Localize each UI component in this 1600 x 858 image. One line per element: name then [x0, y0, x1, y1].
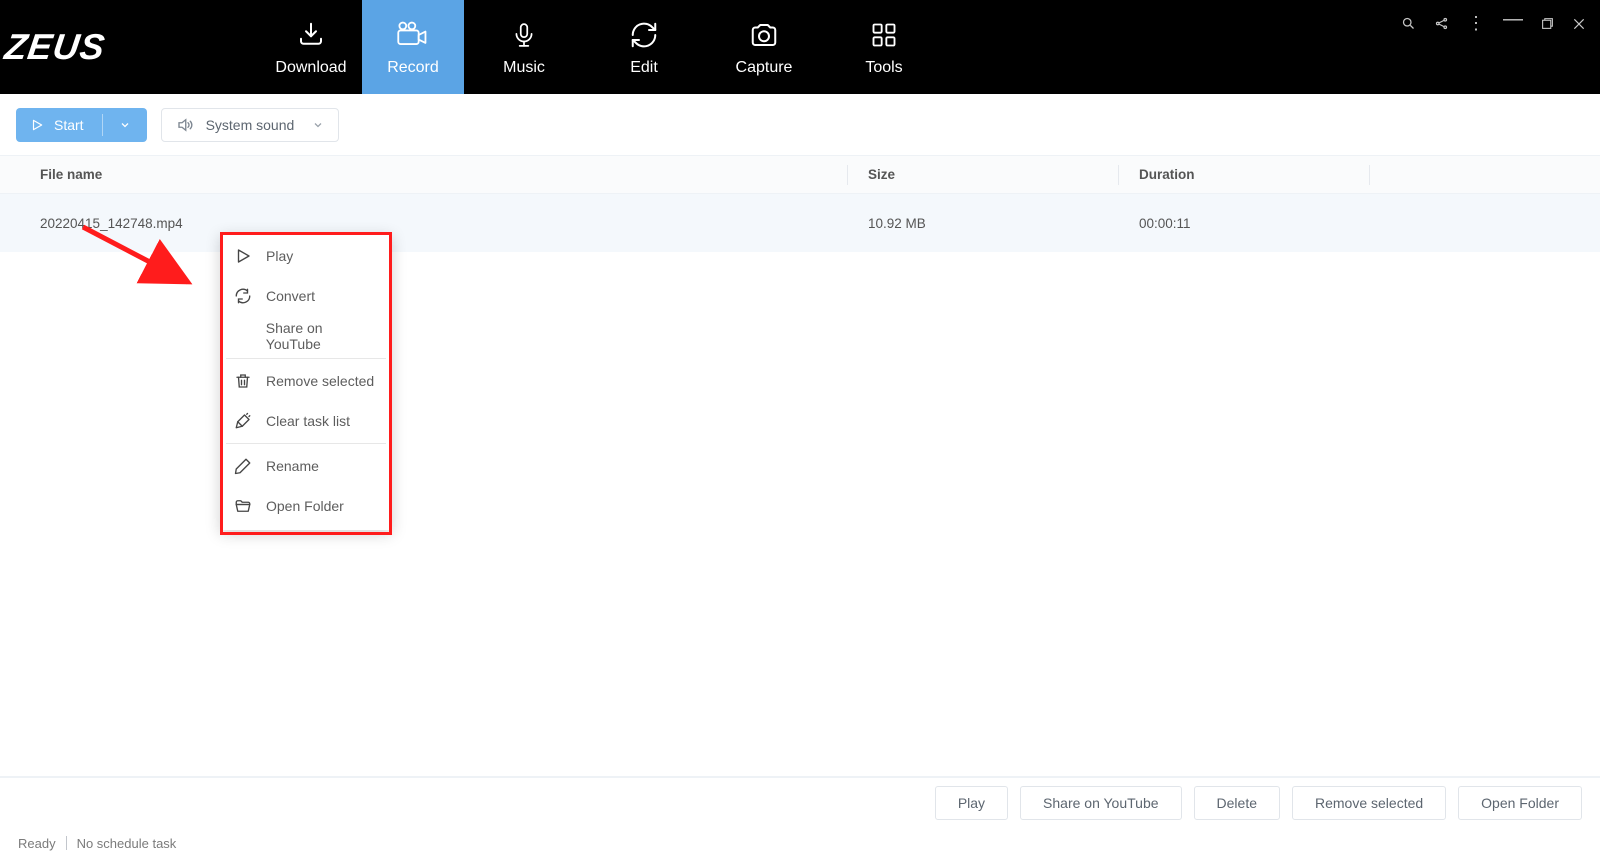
- brush-icon: [232, 412, 254, 430]
- nav-tools[interactable]: Tools: [824, 0, 944, 94]
- camera-icon: [748, 17, 780, 53]
- trash-icon: [232, 372, 254, 390]
- play-icon: [232, 247, 254, 265]
- menu-icon[interactable]: ⋮: [1467, 13, 1485, 34]
- header-size: Size: [848, 167, 1118, 182]
- start-label: Start: [54, 117, 84, 133]
- app-logo: ZEUS: [0, 0, 110, 94]
- status-bar: Ready No schedule task: [0, 828, 1600, 858]
- nav-label: Music: [503, 59, 545, 77]
- microphone-icon: [511, 17, 537, 53]
- footer-delete-button[interactable]: Delete: [1194, 786, 1280, 820]
- nav-download[interactable]: Download: [260, 0, 362, 94]
- chevron-down-icon[interactable]: [113, 119, 137, 131]
- convert-icon: [232, 287, 254, 305]
- window-controls: ⋮ —: [1401, 12, 1586, 35]
- ctx-label: Clear task list: [266, 413, 350, 429]
- ctx-separator: [226, 443, 386, 444]
- ctx-rename[interactable]: Rename: [220, 446, 392, 486]
- ctx-remove-selected[interactable]: Remove selected: [220, 361, 392, 401]
- cell-size: 10.92 MB: [848, 216, 1118, 231]
- play-icon: [30, 118, 44, 132]
- ctx-label: Convert: [266, 288, 315, 304]
- footer-share-youtube-button[interactable]: Share on YouTube: [1020, 786, 1181, 820]
- context-menu-highlight: Play Convert Share on YouTube Remove sel…: [220, 232, 392, 535]
- speaker-icon: [176, 116, 194, 134]
- ctx-label: Rename: [266, 458, 319, 474]
- close-icon[interactable]: [1572, 17, 1586, 31]
- nav-label: Download: [275, 59, 346, 77]
- nav-capture[interactable]: Capture: [704, 0, 824, 94]
- sound-label: System sound: [206, 117, 295, 133]
- footer-play-button[interactable]: Play: [935, 786, 1008, 820]
- divider: [102, 114, 103, 136]
- status-ready: Ready: [18, 836, 56, 851]
- cell-duration: 00:00:11: [1119, 216, 1369, 231]
- column-divider: [1369, 165, 1370, 185]
- nav-label: Capture: [736, 59, 793, 77]
- footer-buttons: Play Share on YouTube Delete Remove sele…: [0, 778, 1600, 828]
- ctx-label: Play: [266, 248, 293, 264]
- minimize-icon[interactable]: —: [1503, 8, 1523, 31]
- status-divider: [66, 836, 67, 850]
- ctx-clear-task-list[interactable]: Clear task list: [220, 401, 392, 441]
- footer-open-folder-button[interactable]: Open Folder: [1458, 786, 1582, 820]
- ctx-label: Share on YouTube: [266, 320, 380, 352]
- share-icon[interactable]: [1434, 16, 1449, 31]
- footer-remove-selected-button[interactable]: Remove selected: [1292, 786, 1446, 820]
- context-menu: Play Convert Share on YouTube Remove sel…: [220, 232, 392, 530]
- ctx-convert[interactable]: Convert: [220, 276, 392, 316]
- sound-source-dropdown[interactable]: System sound: [161, 108, 340, 142]
- search-icon[interactable]: [1401, 16, 1416, 31]
- folder-icon: [232, 497, 254, 515]
- nav-music[interactable]: Music: [464, 0, 584, 94]
- status-schedule: No schedule task: [77, 836, 177, 851]
- download-icon: [296, 17, 326, 53]
- ctx-open-folder[interactable]: Open Folder: [220, 486, 392, 526]
- ctx-share-youtube[interactable]: Share on YouTube: [220, 316, 392, 356]
- record-icon: [396, 17, 430, 53]
- sub-toolbar: Start System sound: [0, 94, 1600, 156]
- ctx-label: Remove selected: [266, 373, 374, 389]
- maximize-icon[interactable]: [1541, 17, 1554, 30]
- header-filename: File name: [0, 167, 847, 182]
- ctx-play[interactable]: Play: [220, 236, 392, 276]
- table-header: File name Size Duration: [0, 156, 1600, 194]
- refresh-icon: [629, 17, 659, 53]
- app-name: ZEUS: [2, 26, 108, 68]
- footer: Play Share on YouTube Delete Remove sele…: [0, 776, 1600, 858]
- grid-icon: [870, 17, 898, 53]
- nav-edit[interactable]: Edit: [584, 0, 704, 94]
- ctx-label: Open Folder: [266, 498, 344, 514]
- nav-record[interactable]: Record: [362, 0, 464, 94]
- cell-filename: 20220415_142748.mp4: [0, 216, 847, 231]
- chevron-down-icon: [312, 119, 324, 131]
- nav-label: Edit: [630, 59, 658, 77]
- start-button[interactable]: Start: [16, 108, 147, 142]
- top-nav-bar: ZEUS Download Record Music: [0, 0, 1600, 94]
- pencil-icon: [232, 457, 254, 475]
- nav-label: Tools: [865, 59, 902, 77]
- header-duration: Duration: [1119, 167, 1369, 182]
- nav-spacer: [110, 0, 260, 94]
- nav-label: Record: [387, 59, 439, 77]
- ctx-separator: [226, 358, 386, 359]
